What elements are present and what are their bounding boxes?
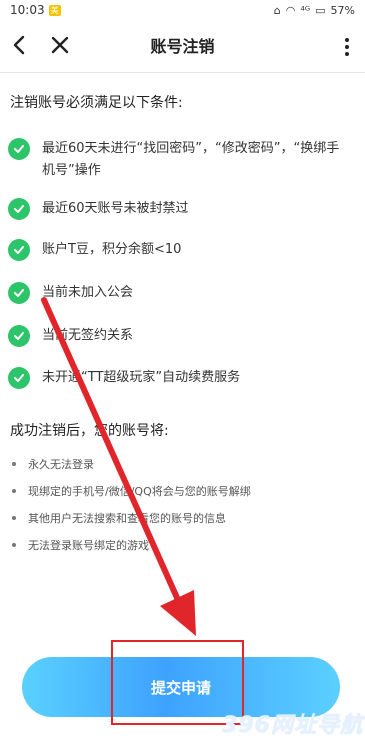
after-item-text: 无法登录账号绑定的游戏 xyxy=(28,539,149,552)
check-icon xyxy=(8,282,30,304)
condition-item: 账户T豆，积分余额<10 xyxy=(8,239,358,261)
nav-divider xyxy=(0,72,365,73)
conditions-heading: 注销账号必须满足以下条件: xyxy=(10,95,183,111)
after-item: 无法登录账号绑定的游戏 xyxy=(12,537,149,553)
condition-text: 账户T豆，积分余额<10 xyxy=(42,242,182,257)
close-button[interactable] xyxy=(48,30,72,60)
condition-item: 最近60天未进行“找回密码”，“修改密码”，“换绑手机号”操作 xyxy=(8,138,358,182)
check-icon xyxy=(8,325,30,347)
nav-bar: 账号注销 xyxy=(0,24,365,70)
close-icon xyxy=(51,36,69,54)
condition-text: 最近60天账号未被封禁过 xyxy=(42,201,189,216)
condition-text: 当前无签约关系 xyxy=(42,328,134,343)
status-time: 10:03 xyxy=(10,3,45,17)
more-vertical-icon xyxy=(345,38,349,56)
notification-icon: ⌂ xyxy=(273,3,281,17)
condition-item: 未开通“TT超级玩家”自动续费服务 xyxy=(8,367,358,389)
status-right: ⌂ ◠ ⁴ᴳ ▭ 57% xyxy=(274,4,355,17)
wifi-icon: ◠ xyxy=(285,3,296,17)
back-button[interactable] xyxy=(8,30,32,60)
condition-item: 当前未加入公会 xyxy=(8,282,358,304)
after-item: 现绑定的手机号/微信/QQ将会与您的账号解绑 xyxy=(12,483,251,499)
condition-item: 最近60天账号未被封禁过 xyxy=(8,198,358,220)
check-icon xyxy=(8,367,30,389)
after-item: 其他用户无法搜索和查看您的账号的信息 xyxy=(12,510,226,526)
check-icon xyxy=(8,138,30,160)
battery-icon: ▭ xyxy=(315,3,326,17)
more-button[interactable] xyxy=(339,34,355,60)
after-item-text: 现绑定的手机号/微信/QQ将会与您的账号解绑 xyxy=(28,485,251,498)
status-badge: 美 xyxy=(48,4,61,16)
after-item-text: 其他用户无法搜索和查看您的账号的信息 xyxy=(28,512,226,525)
chevron-left-icon xyxy=(13,35,25,55)
condition-text: 未开通“TT超级玩家”自动续费服务 xyxy=(42,370,241,385)
check-icon xyxy=(8,198,30,220)
check-icon xyxy=(8,239,30,261)
condition-item: 当前无签约关系 xyxy=(8,325,358,347)
bullet-dot xyxy=(12,543,16,547)
battery-percent: 57% xyxy=(330,3,355,17)
watermark: 396网址导航 xyxy=(222,713,363,738)
condition-text: 最近60天未进行“找回密码”，“修改密码”，“换绑手机号”操作 xyxy=(42,141,340,178)
after-item: 永久无法登录 xyxy=(12,456,94,472)
bullet-dot xyxy=(12,462,16,466)
after-item-text: 永久无法登录 xyxy=(28,458,94,471)
bullet-dot xyxy=(12,516,16,520)
bullet-dot xyxy=(12,489,16,493)
after-heading: 成功注销后，您的账号将: xyxy=(10,423,169,439)
signal-icon: ⁴ᴳ xyxy=(300,3,311,17)
status-left: 10:03 美 xyxy=(10,3,61,17)
condition-text: 当前未加入公会 xyxy=(42,285,134,300)
status-bar: 10:03 美 ⌂ ◠ ⁴ᴳ ▭ 57% xyxy=(0,0,365,20)
